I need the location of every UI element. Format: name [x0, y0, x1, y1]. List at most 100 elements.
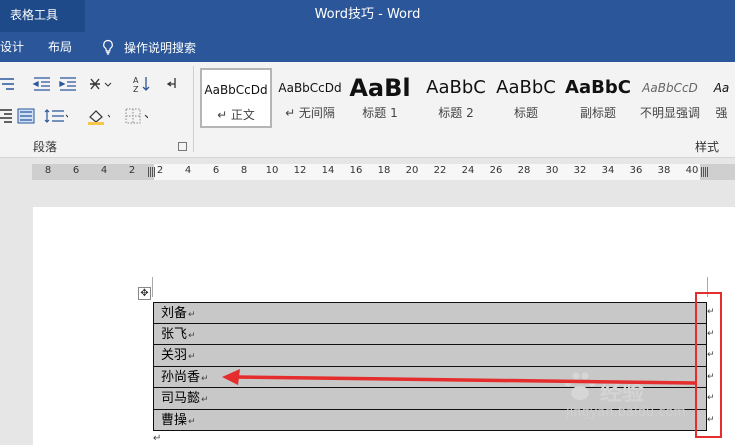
increase-indent-icon[interactable]: [56, 74, 80, 94]
ruler-number: 20: [405, 165, 419, 176]
table-row[interactable]: 关羽↵: [153, 345, 707, 367]
table-cell[interactable]: 孙尚香↵: [161, 369, 209, 388]
ruler-number: 14: [321, 165, 335, 176]
table-cell[interactable]: 刘备↵: [161, 305, 196, 324]
borders-icon[interactable]: [124, 106, 148, 126]
style-heading-1[interactable]: AaBl 标题 1: [348, 68, 412, 128]
style-label: ↵ 无间隔: [285, 106, 335, 120]
ruler-number: 4: [184, 165, 192, 176]
ruler-number: 6: [212, 165, 220, 176]
style-title[interactable]: AaBbC 标题: [490, 68, 562, 128]
cell-text: 刘备: [161, 306, 188, 321]
style-preview: AaBbC: [426, 77, 486, 98]
lightbulb-icon: [103, 39, 113, 55]
ruler-number: 34: [601, 165, 615, 176]
cell-text: 司马懿: [161, 391, 201, 406]
ruler-number: 2: [128, 165, 136, 176]
style-heading-2[interactable]: AaBbC 标题 2: [420, 68, 492, 128]
paragraph-dialog-launcher[interactable]: [178, 142, 187, 151]
paragraph-group-label: 段落: [33, 140, 58, 154]
watermark-url: jingyan.baidu.com: [566, 405, 686, 420]
ruler-column-marker[interactable]: [701, 167, 709, 177]
show-marks-icon[interactable]: [160, 74, 184, 94]
multilevel-list-icon[interactable]: [0, 74, 18, 94]
ruler-number: 10: [265, 165, 279, 176]
style-normal[interactable]: AaBbCcDd ↵ 正文: [200, 68, 272, 128]
style-label: 强: [715, 106, 728, 120]
style-emphasis[interactable]: Aa 强: [708, 68, 735, 128]
decrease-indent-icon[interactable]: [30, 74, 54, 94]
distributed-align-icon[interactable]: [14, 106, 38, 126]
style-label: 标题: [513, 106, 538, 120]
ruler-number: 38: [657, 165, 671, 176]
table-row[interactable]: 刘备↵: [153, 302, 707, 324]
cell-end-mark: ↵: [188, 310, 196, 320]
shading-icon[interactable]: [86, 106, 110, 126]
style-label: ↵ 正文: [217, 108, 255, 122]
cell-text: 关羽: [161, 348, 188, 363]
style-label: 标题 1: [362, 106, 398, 120]
cell-end-mark: ↵: [188, 330, 196, 341]
paw-logo-icon: [564, 372, 596, 400]
paragraph-mark: ↵: [153, 433, 162, 444]
ruler-number: 36: [629, 165, 643, 176]
chinese-layout-icon[interactable]: [88, 74, 112, 94]
tab-layout[interactable]: 布局: [48, 32, 72, 62]
table-move-handle[interactable]: ✥: [138, 287, 151, 300]
line-spacing-icon[interactable]: [44, 106, 68, 126]
table-cell[interactable]: 张飞↵: [161, 326, 196, 345]
style-preview: AaBbCcD: [642, 81, 698, 95]
style-subtitle[interactable]: AaBbC 副标题: [562, 68, 634, 128]
table-cell[interactable]: 司马懿↵: [161, 390, 209, 409]
ruler-number: 16: [349, 165, 363, 176]
style-subtle-emphasis[interactable]: AaBbCcD 不明显强调: [634, 68, 706, 128]
ruler-number: 2: [156, 165, 164, 176]
cell-end-mark: ↵: [201, 373, 209, 384]
ruler-number: 4: [100, 165, 108, 176]
style-label: 副标题: [579, 106, 616, 120]
style-no-spacing[interactable]: AaBbCcDd ↵ 无间隔: [274, 68, 346, 128]
ruler-number: 8: [240, 165, 248, 176]
cell-end-mark: ↵: [188, 352, 196, 362]
style-preview: AaBbC: [496, 77, 556, 98]
styles-gallery: AaBbCcDd ↵ 正文 AaBbCcDd ↵ 无间隔 AaBl 标题 1 A…: [200, 68, 735, 128]
group-separator: [193, 66, 194, 152]
svg-text:A: A: [133, 76, 139, 85]
table-row[interactable]: 张飞↵: [153, 323, 707, 345]
horizontal-ruler[interactable]: 8 6 4 2 2 4 6 8 10 12 14 16 18 20 22 24 26 28 30 32 34 36 38 40: [0, 162, 735, 182]
style-label: 不明显强调: [639, 106, 700, 120]
ruler-number: 30: [545, 165, 559, 176]
style-preview: Aa: [713, 81, 730, 95]
tell-me-search[interactable]: 操作说明搜索: [100, 32, 196, 62]
ruler-number: 24: [461, 165, 475, 176]
tab-design[interactable]: 设计: [0, 32, 24, 62]
ribbon-tabs: 设计 布局 操作说明搜索: [0, 32, 735, 62]
cell-text: 孙尚香: [161, 369, 201, 385]
ruler-number: 26: [489, 165, 503, 176]
ruler-number: 40: [685, 165, 699, 176]
highlight-box: [695, 292, 722, 438]
watermark-brand: 经验: [600, 381, 645, 406]
svg-text:Z: Z: [133, 85, 139, 93]
ribbon: AZ 段落 AaBbCcDd ↵ 正文 AaBbCcDd ↵ 无间隔 AaBl …: [0, 62, 735, 158]
ruler-number: 8: [44, 165, 52, 176]
cell-end-mark: ↵: [188, 416, 196, 427]
ruler-number: 28: [517, 165, 531, 176]
ruler-number: 32: [573, 165, 587, 176]
ruler-number: 12: [293, 165, 307, 176]
style-label: 标题 2: [438, 106, 474, 120]
title-bar: 表格工具 Word技巧 - Word: [0, 0, 735, 32]
ruler-number: 22: [433, 165, 447, 176]
style-preview: AaBbC: [565, 77, 631, 98]
ruler-number: 18: [377, 165, 391, 176]
cell-end-mark: ↵: [201, 395, 209, 405]
style-preview: AaBbCcDd: [278, 81, 342, 95]
window-title: Word技巧 - Word: [314, 7, 421, 22]
styles-group-label: 样式: [695, 140, 720, 154]
table-cell[interactable]: 曹操↵: [161, 412, 196, 431]
table-cell[interactable]: 关羽↵: [161, 347, 196, 366]
sort-icon[interactable]: AZ: [130, 74, 154, 94]
cell-text: 曹操: [161, 412, 188, 428]
cell-text: 张飞: [161, 326, 188, 342]
margin-corner-mark: [152, 277, 153, 297]
